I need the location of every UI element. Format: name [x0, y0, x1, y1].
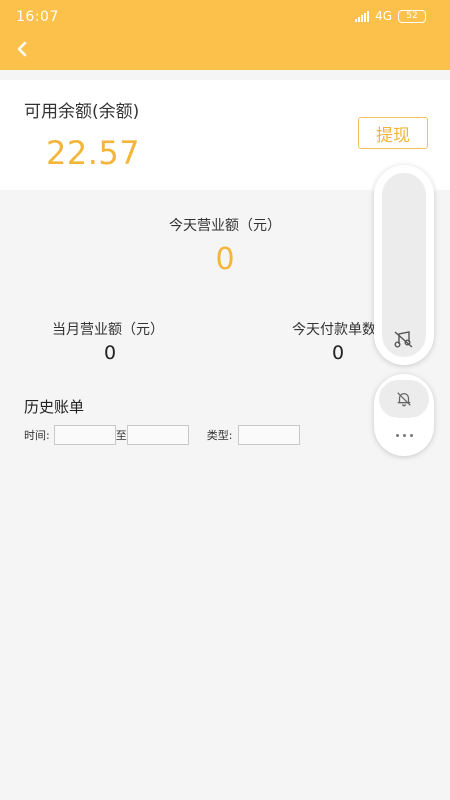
chevron-left-icon: [17, 41, 27, 57]
balance-title: 可用余额(余额): [24, 102, 140, 122]
today-payments-value: 0: [332, 342, 345, 364]
history-filter-row: 时间: 至 类型:: [24, 425, 301, 445]
start-date-input[interactable]: [53, 425, 116, 445]
month-revenue-label: 当月营业额（元）: [52, 322, 164, 338]
more-button[interactable]: [384, 425, 424, 445]
battery-icon: 52: [398, 9, 426, 23]
battery-level: 52: [406, 10, 418, 21]
time-label: 时间:: [24, 429, 50, 442]
status-indicators: 4G 52: [355, 9, 426, 23]
status-time: 16:07: [16, 9, 59, 25]
withdraw-button[interactable]: 提现: [358, 117, 428, 149]
type-label: 类型:: [206, 429, 233, 442]
to-label: 至: [115, 429, 127, 442]
more-dots-icon: [395, 433, 399, 437]
signal-icon: [355, 10, 370, 22]
today-payments-label: 今天付款单数: [292, 322, 376, 338]
network-type: 4G: [375, 9, 392, 23]
type-input[interactable]: [238, 425, 301, 445]
end-date-input[interactable]: [126, 425, 189, 445]
mute-notification-button[interactable]: [379, 380, 429, 418]
back-button[interactable]: [10, 36, 34, 62]
balance-value: 22.57: [46, 134, 141, 172]
bell-slash-icon: [397, 392, 411, 407]
history-title: 历史账单: [24, 398, 85, 416]
month-revenue-value: 0: [104, 342, 117, 364]
music-note-slash-icon[interactable]: [393, 329, 415, 349]
app-header: 16:07 4G 52: [0, 0, 450, 70]
